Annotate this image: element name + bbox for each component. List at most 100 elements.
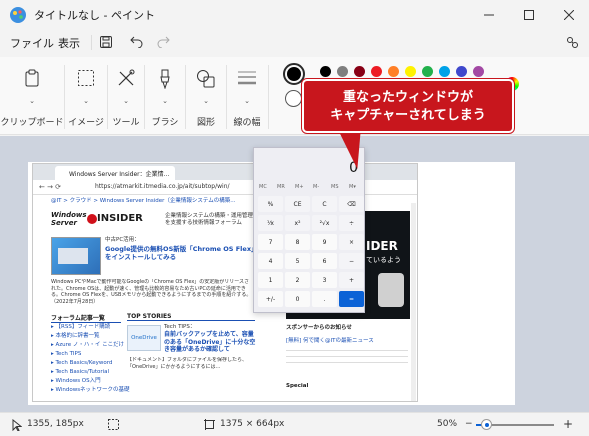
tools-group[interactable]: ⌄ ツール — [108, 57, 144, 135]
memory-button[interactable]: MC — [259, 184, 267, 190]
callout-line-1: 重なったウィンドウが — [342, 90, 473, 105]
calculator-window: 0 MC MR M+ M- MS M▾ % CE C ⌫ ⅟x x² ²√x ÷ 7 8 9 × 4 5 6−1 2 3 +… — [253, 147, 365, 313]
calc-key[interactable]: 2 — [285, 272, 310, 288]
logo-insider: INSIDER — [97, 213, 143, 224]
memory-button[interactable]: MS — [331, 184, 339, 190]
browser-url: https://atmarkit.itmedia.co.jp/ait/subto… — [95, 183, 230, 190]
memory-button[interactable]: M▾ — [349, 184, 356, 190]
calc-key[interactable]: 7 — [258, 234, 283, 250]
calc-key[interactable]: ⅟x — [258, 215, 283, 231]
brushes-label: ブラシ — [151, 118, 179, 128]
menu-bar: ファイル 表示 — [0, 30, 589, 56]
forum-list-item[interactable]: ▸ Tech Basics/Tutorial — [51, 369, 109, 376]
forum-list-item[interactable]: ▸ Tech Basics/Keyword — [51, 360, 112, 367]
calc-key[interactable]: × — [339, 234, 364, 250]
palette-color-swatch[interactable] — [422, 66, 433, 77]
top-stories-heading: TOP STORIES — [127, 313, 255, 321]
insider-logo: Windows Server INSIDER — [51, 211, 151, 233]
calc-key[interactable]: 5 — [285, 253, 310, 269]
calc-key[interactable]: 4 — [258, 253, 283, 269]
zoom-out-button[interactable]: − — [465, 419, 473, 429]
calc-key[interactable]: 3 — [312, 272, 337, 288]
calc-key[interactable]: x² — [285, 215, 310, 231]
calc-key[interactable]: 1 — [258, 272, 283, 288]
calc-key[interactable]: ÷ — [339, 215, 364, 231]
undo-icon[interactable] — [130, 36, 143, 48]
image-group[interactable]: ⌄ イメージ — [65, 57, 107, 135]
palette-color-swatch[interactable] — [371, 66, 382, 77]
calc-key[interactable]: . — [312, 291, 337, 307]
palette-color-swatch[interactable] — [439, 66, 450, 77]
palette-color-swatch[interactable] — [320, 66, 331, 77]
shapes-group[interactable]: ⌄ 図形 — [186, 57, 226, 135]
minimize-button[interactable] — [469, 0, 509, 30]
calc-key[interactable]: = — [339, 291, 364, 307]
calc-key[interactable]: 0 — [285, 291, 310, 307]
ad-subtext: ているよう — [366, 256, 401, 264]
calc-key[interactable]: % — [258, 196, 283, 212]
memory-button[interactable]: M- — [313, 184, 319, 190]
story-title[interactable]: 自前バックアップを止めて、容量のある「OneDrive」に十分な空き容量があるか… — [164, 331, 259, 354]
size-group[interactable]: ⌄ 線の幅 — [227, 57, 267, 135]
tools-label: ツール — [112, 118, 140, 128]
forum-list-item[interactable]: ▸ Windowsネットワークの基礎 — [51, 387, 130, 394]
maximize-icon — [524, 10, 534, 20]
news-link[interactable]: [無料] 何で聞く@ITの最新ニュース — [286, 336, 374, 344]
news-body-lines — [286, 345, 408, 365]
canvas-size-icon — [204, 419, 215, 430]
zoom-level[interactable]: 50% — [437, 419, 457, 429]
close-button[interactable] — [549, 0, 589, 30]
calc-key[interactable]: ²√x — [312, 215, 337, 231]
nav-arrows-icon: ← → ⟳ — [39, 183, 62, 191]
secondary-color[interactable] — [285, 90, 302, 107]
window-title: タイトルなし - ペイント — [34, 9, 155, 22]
ad-text: IDER — [366, 239, 398, 253]
tab-title: Windows Server Insider：企業情... — [69, 171, 170, 178]
menu-view[interactable]: 表示 — [58, 35, 80, 51]
palette-color-swatch[interactable] — [405, 66, 416, 77]
palette-color-swatch[interactable] — [473, 66, 484, 77]
left-heading: フォーラム記事一覧 — [51, 313, 121, 323]
brushes-group[interactable]: ⌄ ブラシ — [145, 57, 185, 135]
forum-list-item[interactable]: ▸ Tech TIPS — [51, 351, 81, 358]
title-bar: タイトルなし - ペイント — [0, 0, 589, 30]
forum-list-item[interactable]: ▸ Windows OS入門 — [51, 378, 101, 385]
select-icon — [78, 70, 94, 86]
calc-key[interactable]: 8 — [285, 234, 310, 250]
redo-icon[interactable] — [157, 36, 170, 48]
feature-title[interactable]: Google提供の無料OS新版「Chrome OS Flex」をインストールして… — [105, 245, 255, 261]
palette-color-swatch[interactable] — [354, 66, 365, 77]
zoom-slider-thumb[interactable] — [481, 419, 492, 430]
brush-icon — [160, 69, 170, 89]
save-icon[interactable] — [100, 36, 112, 48]
calc-key[interactable]: + — [339, 272, 364, 288]
palette-color-swatch[interactable] — [456, 66, 467, 77]
clipboard-group[interactable]: ⌄ クリップボード — [0, 57, 64, 135]
cursor-position: 1355, 185px — [27, 419, 84, 429]
settings-icon[interactable] — [566, 36, 579, 49]
calc-key[interactable]: 6 — [312, 253, 337, 269]
calc-key[interactable]: CE — [285, 196, 310, 212]
menu-file[interactable]: ファイル — [10, 35, 54, 51]
calc-key[interactable]: +/- — [258, 291, 283, 307]
calc-key[interactable]: − — [339, 253, 364, 269]
chevron-down-icon: ⌄ — [83, 97, 89, 105]
paint-app-icon — [10, 7, 26, 23]
calc-key[interactable]: ⌫ — [339, 196, 364, 212]
onedrive-thumbnail: OneDrive — [127, 325, 161, 351]
forum-list-item[interactable]: ▸ 【RSS】フィード購読 — [51, 324, 110, 331]
palette-color-swatch[interactable] — [388, 66, 399, 77]
memory-button[interactable]: MR — [277, 184, 285, 190]
zoom-in-button[interactable]: + — [563, 417, 573, 431]
maximize-button[interactable] — [509, 0, 549, 30]
forum-list-item[interactable]: ▸ 本格的に辞書一覧 — [51, 333, 100, 340]
memory-button[interactable]: M+ — [295, 184, 304, 190]
palette-color-swatch[interactable] — [337, 66, 348, 77]
forum-list-item[interactable]: ▸ Azure ノ・ハ・イ ここだけ — [51, 342, 124, 349]
logo-mark — [87, 214, 97, 224]
calc-key[interactable]: 9 — [312, 234, 337, 250]
vertical-scrollbar[interactable] — [582, 136, 585, 412]
menu-divider — [91, 35, 92, 50]
minimize-icon — [484, 14, 494, 16]
calc-key[interactable]: C — [312, 196, 337, 212]
